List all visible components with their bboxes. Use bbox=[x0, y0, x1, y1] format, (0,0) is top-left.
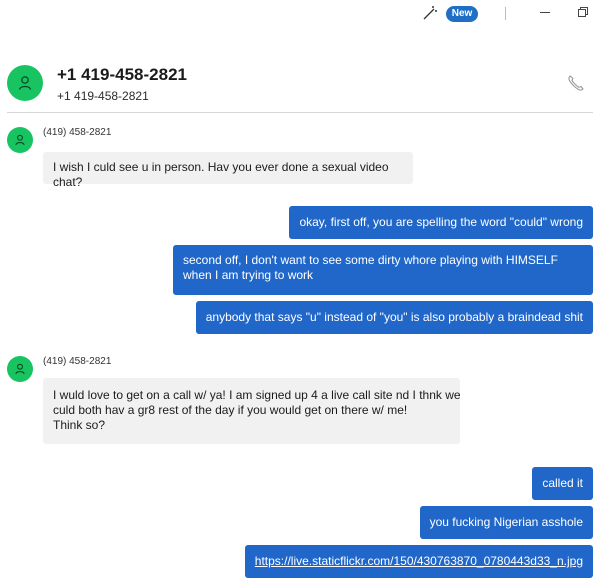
person-icon bbox=[18, 76, 32, 90]
contact-name: +1 419-458-2821 bbox=[57, 65, 187, 84]
sender-name: (419) 458-2821 bbox=[43, 127, 112, 138]
sender-avatar bbox=[7, 127, 33, 153]
outgoing-message: called it bbox=[532, 467, 593, 500]
sender-name: (419) 458-2821 bbox=[43, 356, 112, 367]
outgoing-message: okay, first off, you are spelling the wo… bbox=[289, 206, 593, 239]
incoming-message: I wish I culd see u in person. Hav you e… bbox=[43, 152, 413, 189]
contact-avatar bbox=[7, 65, 43, 101]
phone-icon[interactable] bbox=[566, 73, 586, 93]
message-line: I wuld love to get on a call w/ ya! I am… bbox=[53, 388, 461, 402]
minimize-icon[interactable] bbox=[540, 12, 550, 13]
title-bar: New bbox=[0, 0, 600, 30]
header-divider bbox=[7, 112, 593, 113]
sender-avatar bbox=[7, 356, 33, 382]
magic-wand-icon[interactable] bbox=[422, 5, 438, 21]
message-line: culd both hav a gr8 rest of the day if y… bbox=[53, 403, 408, 417]
outgoing-message: you fucking Nigerian asshole bbox=[419, 506, 593, 539]
incoming-message: I wuld love to get on a call w/ ya! I am… bbox=[43, 378, 461, 444]
message-line: Think so? bbox=[53, 418, 106, 432]
person-icon bbox=[15, 363, 25, 375]
message-link[interactable]: https://live.staticflickr.com/150/430763… bbox=[255, 554, 583, 568]
new-badge[interactable]: New bbox=[446, 6, 478, 22]
titlebar-divider bbox=[505, 7, 506, 20]
contact-number: +1 419-458-2821 bbox=[57, 89, 149, 103]
outgoing-message: anybody that says "u" instead of "you" i… bbox=[195, 301, 593, 334]
restore-icon[interactable] bbox=[577, 6, 589, 18]
outgoing-message: second off, I don't want to see some dir… bbox=[173, 245, 593, 295]
person-icon bbox=[15, 134, 25, 146]
outgoing-message: https://live.staticflickr.com/150/430763… bbox=[244, 545, 593, 578]
